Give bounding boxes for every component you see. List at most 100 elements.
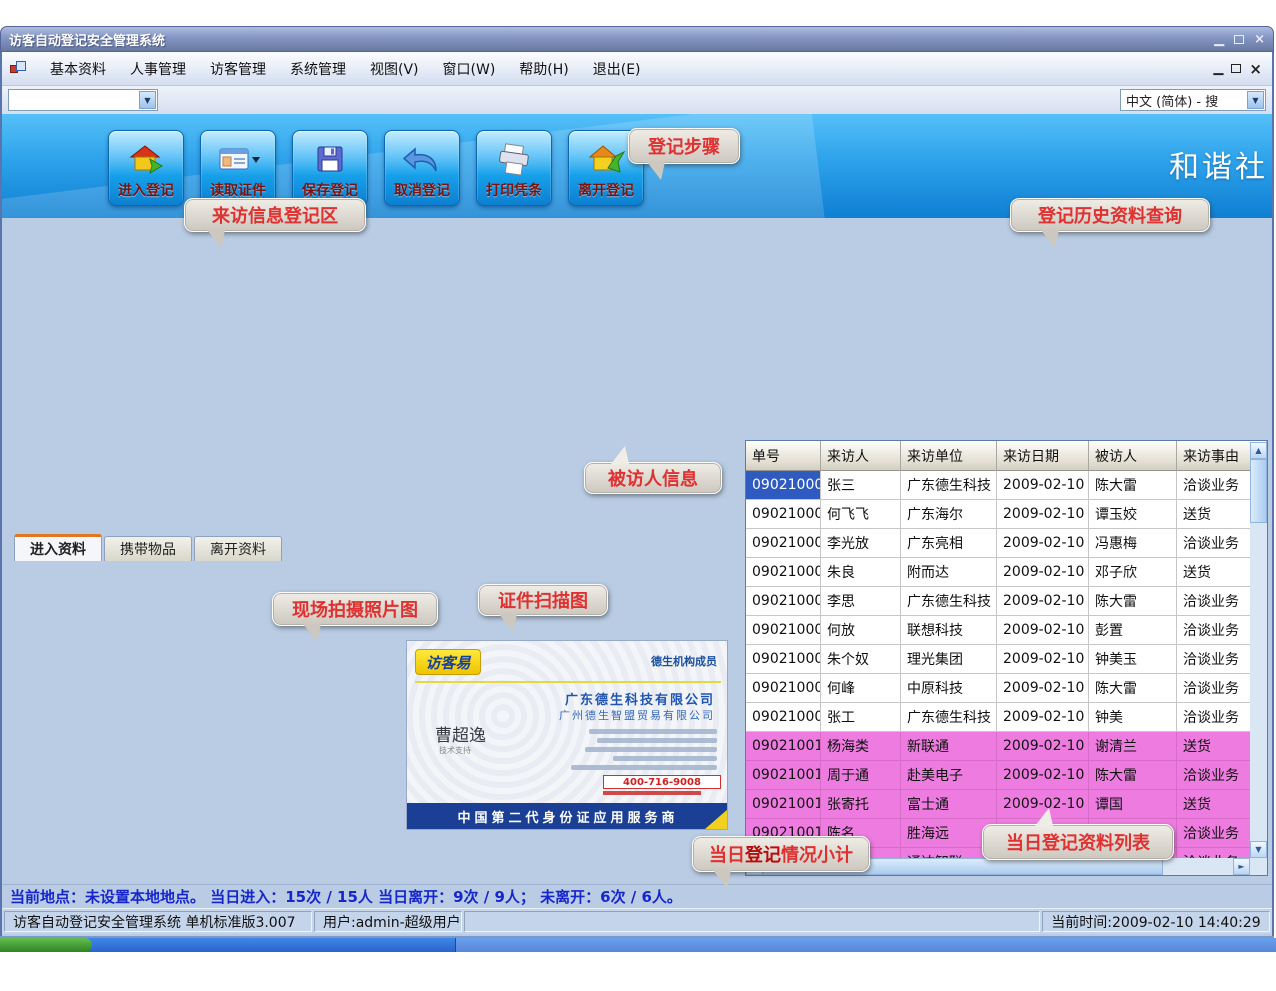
minimize-icon[interactable]: ▁ (1214, 32, 1224, 47)
menu-item[interactable]: 人事管理 (118, 55, 198, 83)
table-cell[interactable]: 谢清兰 (1089, 732, 1177, 761)
table-cell[interactable]: 新联通 (901, 732, 997, 761)
visit-records-table[interactable]: 单号来访人来访单位来访日期被访人来访事由 090210001张三广东德生科技20… (745, 440, 1268, 876)
table-cell[interactable]: 2009-02-10 (997, 732, 1089, 761)
table-row[interactable]: 090210012张寄托富士通2009-02-10谭国送货 (746, 790, 1267, 819)
start-button[interactable] (0, 938, 92, 952)
table-cell[interactable]: 2009-02-10 (997, 500, 1089, 529)
table-cell[interactable]: 2009-02-10 (997, 471, 1089, 500)
table-cell[interactable]: 钟美 (1089, 703, 1177, 732)
table-cell[interactable]: 何飞飞 (821, 500, 901, 529)
table-cell[interactable]: 广东海尔 (901, 500, 997, 529)
table-cell[interactable]: 谭国 (1089, 790, 1177, 819)
table-cell[interactable]: 090210007 (746, 645, 821, 674)
table-row[interactable]: 090210008何峰中原科技2009-02-10陈大雷洽谈业务 (746, 674, 1267, 703)
scroll-right-icon[interactable]: ► (1233, 858, 1250, 875)
table-cell[interactable]: 090210012 (746, 790, 821, 819)
table-cell[interactable]: 何放 (821, 616, 901, 645)
tab-leave-info[interactable]: 离开资料 (194, 536, 282, 561)
table-cell[interactable]: 中原科技 (901, 674, 997, 703)
table-cell[interactable]: 张三 (821, 471, 901, 500)
tab-carried-items[interactable]: 携带物品 (104, 536, 192, 561)
table-cell[interactable]: 邓子欣 (1089, 558, 1177, 587)
toolbar-combobox[interactable]: ▼ (8, 89, 158, 111)
table-cell[interactable]: 广东德生科技 (901, 703, 997, 732)
menu-item[interactable]: 退出(E) (581, 55, 653, 83)
table-cell[interactable]: 090210005 (746, 587, 821, 616)
table-cell[interactable]: 冯惠梅 (1089, 529, 1177, 558)
table-cell[interactable]: 090210010 (746, 732, 821, 761)
table-cell[interactable]: 2009-02-10 (997, 761, 1089, 790)
tab-entry-info[interactable]: 进入资料 (14, 534, 102, 561)
language-combobox[interactable]: 中文 (简体) - 搜 ▼ (1120, 89, 1266, 111)
table-header-cell[interactable]: 来访单位 (901, 441, 997, 471)
table-cell[interactable]: 何峰 (821, 674, 901, 703)
menu-item[interactable]: 窗口(W) (431, 55, 508, 83)
menu-item[interactable]: 系统管理 (278, 55, 358, 83)
cancel-register-button[interactable]: 取消登记 (384, 130, 460, 206)
table-cell[interactable]: 广东德生科技 (901, 587, 997, 616)
table-cell[interactable]: 090210004 (746, 558, 821, 587)
table-cell[interactable]: 富士通 (901, 790, 997, 819)
table-header-cell[interactable]: 被访人 (1089, 441, 1177, 471)
vscroll-thumb[interactable] (1250, 459, 1267, 523)
table-cell[interactable]: 090210006 (746, 616, 821, 645)
table-cell[interactable]: 附而达 (901, 558, 997, 587)
table-header-cell[interactable]: 来访人 (821, 441, 901, 471)
table-cell[interactable]: 彭置 (1089, 616, 1177, 645)
table-row[interactable]: 090210003李光放广东亮相2009-02-10冯惠梅洽谈业务 (746, 529, 1267, 558)
table-cell[interactable]: 张寄托 (821, 790, 901, 819)
table-row[interactable]: 090210010杨海类新联通2009-02-10谢清兰送货 (746, 732, 1267, 761)
table-cell[interactable]: 谭玉姣 (1089, 500, 1177, 529)
table-cell[interactable]: 朱良 (821, 558, 901, 587)
table-cell[interactable]: 钟美玉 (1089, 645, 1177, 674)
table-cell[interactable]: 朱个奴 (821, 645, 901, 674)
table-cell[interactable]: 090210008 (746, 674, 821, 703)
save-register-button[interactable]: 保存登记 (292, 130, 368, 206)
chevron-down-icon[interactable]: ▼ (1247, 91, 1264, 109)
table-row[interactable]: 090210005李思广东德生科技2009-02-10陈大雷洽谈业务 (746, 587, 1267, 616)
table-cell[interactable]: 2009-02-10 (997, 529, 1089, 558)
table-cell[interactable]: 2009-02-10 (997, 674, 1089, 703)
menu-item[interactable]: 基本资料 (38, 55, 118, 83)
table-cell[interactable]: 李光放 (821, 529, 901, 558)
mdi-minimize-icon[interactable]: ▁ (1213, 61, 1223, 76)
table-cell[interactable]: 广东德生科技 (901, 471, 997, 500)
table-cell[interactable]: 广东亮相 (901, 529, 997, 558)
table-cell[interactable]: 联想科技 (901, 616, 997, 645)
table-cell[interactable]: 陈大雷 (1089, 471, 1177, 500)
table-row[interactable]: 090210009张工广东德生科技2009-02-10钟美洽谈业务 (746, 703, 1267, 732)
table-cell[interactable]: 陈大雷 (1089, 587, 1177, 616)
read-card-button[interactable]: 读取证件 (200, 130, 276, 206)
restore-icon[interactable] (1234, 35, 1244, 44)
table-row[interactable]: 090210006何放联想科技2009-02-10彭置洽谈业务 (746, 616, 1267, 645)
table-cell[interactable]: 090210002 (746, 500, 821, 529)
table-cell[interactable]: 2009-02-10 (997, 587, 1089, 616)
taskbar-window-button[interactable] (455, 938, 1276, 952)
menu-item[interactable]: 帮助(H) (507, 55, 580, 83)
chevron-down-icon[interactable]: ▼ (139, 91, 156, 109)
vertical-scrollbar[interactable]: ▲ ▼ (1250, 442, 1267, 858)
mdi-restore-icon[interactable] (1231, 64, 1241, 73)
table-cell[interactable]: 赴美电子 (901, 761, 997, 790)
table-row[interactable]: 090210001张三广东德生科技2009-02-10陈大雷洽谈业务 (746, 471, 1267, 500)
table-cell[interactable]: 090210011 (746, 761, 821, 790)
print-slip-button[interactable]: 打印凭条 (476, 130, 552, 206)
table-cell[interactable]: 090210003 (746, 529, 821, 558)
table-cell[interactable]: 090210009 (746, 703, 821, 732)
menu-item[interactable]: 访客管理 (198, 55, 278, 83)
mdi-close-icon[interactable]: × (1249, 60, 1262, 78)
table-cell[interactable]: 2009-02-10 (997, 616, 1089, 645)
table-cell[interactable]: 090210001 (746, 471, 821, 500)
table-cell[interactable]: 2009-02-10 (997, 703, 1089, 732)
table-row[interactable]: 090210007朱个奴理光集团2009-02-10钟美玉洽谈业务 (746, 645, 1267, 674)
table-cell[interactable]: 理光集团 (901, 645, 997, 674)
table-row[interactable]: 090210011周于通赴美电子2009-02-10陈大雷洽谈业务 (746, 761, 1267, 790)
enter-register-button[interactable]: 进入登记 (108, 130, 184, 206)
table-cell[interactable]: 周于通 (821, 761, 901, 790)
close-icon[interactable]: × (1254, 32, 1265, 47)
table-cell[interactable]: 张工 (821, 703, 901, 732)
table-cell[interactable]: 2009-02-10 (997, 645, 1089, 674)
table-header-cell[interactable]: 来访日期 (997, 441, 1089, 471)
menu-item[interactable]: 视图(V) (358, 55, 431, 83)
